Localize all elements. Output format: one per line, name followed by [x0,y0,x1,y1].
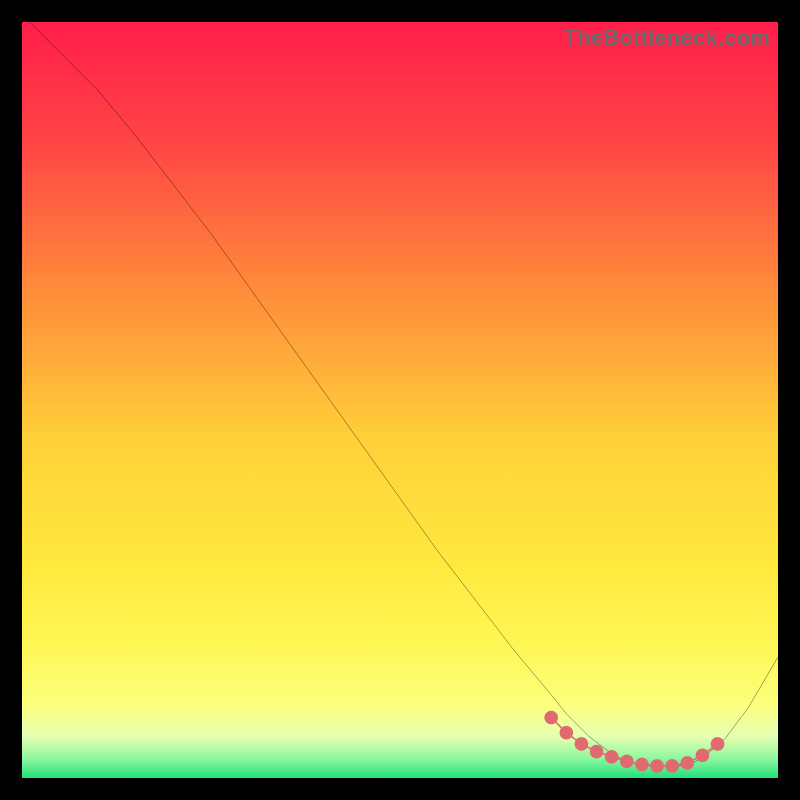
marker-dot [680,756,694,770]
marker-dot [590,745,604,759]
marker-dot [575,737,589,751]
marker-dot [560,726,574,740]
marker-dot [665,759,679,773]
marker-dot [696,749,710,763]
marker-dot [605,750,619,764]
marker-dot [620,755,634,769]
marker-dot [635,758,649,772]
plot-area: TheBottleneck.com [22,22,778,778]
marker-dot [711,737,725,751]
curve-layer [22,22,778,778]
marker-dot [650,759,664,773]
chart-frame: TheBottleneck.com [0,0,800,800]
marker-dot [544,711,558,725]
watermark-text: TheBottleneck.com [564,25,770,51]
bottleneck-curve [30,22,778,767]
